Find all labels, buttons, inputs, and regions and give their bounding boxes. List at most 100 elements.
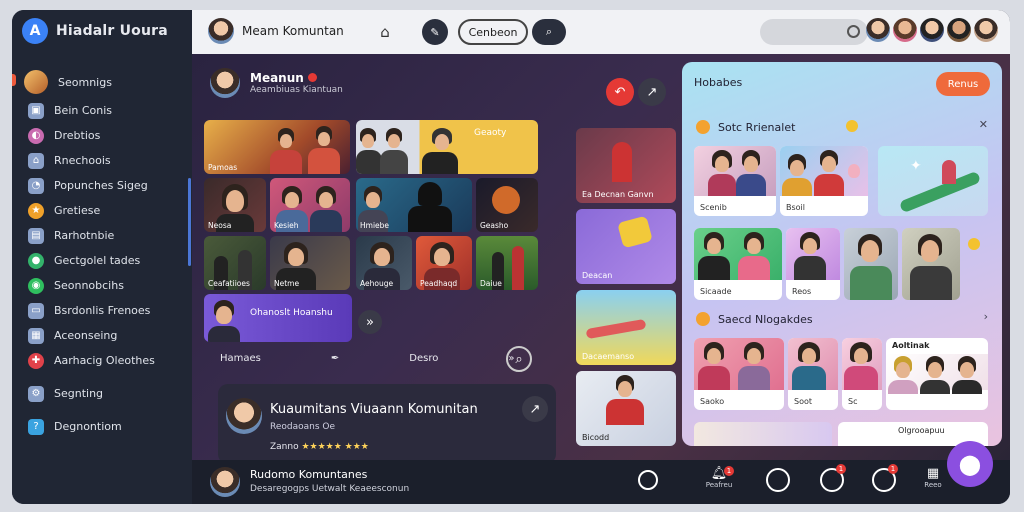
participant-avatar[interactable] bbox=[893, 18, 917, 42]
sidebar-item-label: Gectgolel tades bbox=[54, 254, 141, 267]
sidebar-item[interactable]: ▣ Bein Conis bbox=[12, 98, 192, 123]
location-fab-icon[interactable]: ⬤ bbox=[947, 441, 993, 487]
action-label[interactable]: Hamaes bbox=[220, 353, 261, 364]
person-card[interactable]: Reos bbox=[786, 228, 840, 300]
share-icon[interactable]: ↗ bbox=[522, 396, 548, 422]
author-avatar[interactable] bbox=[210, 68, 240, 98]
participant-avatar[interactable] bbox=[947, 18, 971, 42]
menu-item[interactable]: ▦ Reeo bbox=[920, 466, 946, 489]
media-tile[interactable]: Ceafatiioes bbox=[204, 236, 266, 290]
media-tile[interactable]: Aehouge bbox=[356, 236, 412, 290]
sidebar-item-label: Gretiese bbox=[54, 204, 101, 217]
side-tile[interactable]: Deacan bbox=[576, 209, 676, 284]
card-name: Sc bbox=[848, 397, 858, 406]
share-arrow-icon[interactable]: ↗ bbox=[638, 78, 666, 106]
renus-button[interactable]: Renus bbox=[936, 72, 990, 96]
media-tile[interactable]: Geasho bbox=[476, 178, 538, 232]
card-name: Saoko bbox=[700, 397, 725, 406]
back-arrow-icon[interactable]: ↶ bbox=[606, 78, 634, 106]
sidebar-item[interactable]: ✚ Aarhacig Oleothes bbox=[12, 348, 192, 373]
sidebar-item-label: Bein Conis bbox=[54, 104, 113, 117]
banner-text: Ohanoslt Hoanshu bbox=[250, 308, 333, 318]
media-tile[interactable]: Neosa bbox=[204, 178, 266, 232]
person-card[interactable]: Saoko bbox=[694, 338, 784, 410]
sidebar-item[interactable]: ◉ Seonnobcihs bbox=[12, 273, 192, 298]
sidebar-item[interactable]: ◐ Drebtios bbox=[12, 123, 192, 148]
sidebar-item-label: Rnechoois bbox=[54, 154, 111, 167]
media-tile[interactable]: Kesieh bbox=[270, 178, 350, 232]
community-card[interactable]: Kuaumitans Viuaann Komunitan Reodaoans O… bbox=[218, 384, 556, 464]
author-name[interactable]: Meanun bbox=[250, 71, 304, 85]
sidebar-item-profile[interactable]: Seomnigs bbox=[12, 66, 192, 98]
person-photo[interactable] bbox=[902, 228, 960, 300]
sidebar-item[interactable]: ◔ Popunches Sigeg bbox=[12, 173, 192, 198]
side-tile[interactable]: Ea Decnan Ganvn bbox=[576, 128, 676, 203]
home-icon: ▣ bbox=[28, 102, 44, 119]
person-card[interactable]: Aoltinak bbox=[886, 338, 988, 410]
tile-label: Pamoas bbox=[208, 163, 238, 172]
channel-header[interactable]: Meam Komuntan bbox=[208, 18, 344, 44]
grid-icon: ▦ bbox=[926, 466, 940, 481]
section-title: Sotc Rrienalet bbox=[718, 120, 796, 134]
pen-icon[interactable]: ✒ bbox=[331, 353, 339, 364]
sidebar-item[interactable]: ⚙ Segnting bbox=[12, 381, 192, 406]
info-icon bbox=[968, 238, 980, 250]
person-card[interactable]: Bsoil bbox=[780, 146, 868, 216]
activity-strip[interactable] bbox=[694, 422, 832, 446]
home-icon[interactable]: ⌂ bbox=[372, 19, 398, 45]
feed-post: Meanun Aeambiuas Kiantuan ↶ ↗ Pamoas Neo… bbox=[200, 62, 676, 464]
brand[interactable]: A Hiadalr Uoura bbox=[22, 18, 168, 44]
compose-icon[interactable]: ✎ bbox=[422, 19, 448, 45]
person-photo[interactable] bbox=[844, 228, 898, 300]
cenbeon-button[interactable]: Cenbeon bbox=[458, 19, 528, 45]
action-label[interactable]: Desro bbox=[409, 353, 438, 364]
media-tile[interactable]: Pamoas bbox=[204, 120, 350, 174]
section-header[interactable]: Saecd Nlogakdes bbox=[696, 312, 813, 326]
media-tile[interactable]: Hmiebe bbox=[356, 178, 472, 232]
search-icon[interactable]: ⌕ bbox=[506, 346, 532, 372]
side-tile[interactable]: Dacaemanso bbox=[576, 290, 676, 365]
side-media-column: Ea Decnan Ganvn Deacan Dacaemanso Bicodd bbox=[576, 128, 676, 452]
sidebar-scrollbar[interactable] bbox=[188, 178, 191, 266]
participant-avatar[interactable] bbox=[920, 18, 944, 42]
people-icon[interactable]: 1 bbox=[820, 464, 846, 492]
bookmark-icon: ▤ bbox=[28, 227, 44, 244]
expand-icon[interactable]: » bbox=[358, 310, 382, 334]
participant-avatar[interactable] bbox=[866, 18, 890, 42]
person-card[interactable]: Soot bbox=[788, 338, 838, 410]
chart-icon: ◔ bbox=[28, 177, 44, 194]
chevron-right-icon[interactable]: › bbox=[984, 310, 988, 323]
sidebar-item[interactable]: ▤ Rarhotnbie bbox=[12, 223, 192, 248]
search-button-icon[interactable]: ⌕ bbox=[532, 19, 566, 45]
sidebar-item[interactable]: ▭ Bsrdonlis Frenoes bbox=[12, 298, 192, 323]
record-icon[interactable] bbox=[766, 468, 790, 492]
sidebar-item[interactable]: ▦ Aceonseing bbox=[12, 323, 192, 348]
timer-icon[interactable] bbox=[638, 470, 658, 490]
side-tile[interactable]: Bicodd bbox=[576, 371, 676, 446]
sidebar-item[interactable]: ★ Gretiese bbox=[12, 198, 192, 223]
section-header[interactable]: Sotc Rrienalet bbox=[696, 120, 795, 134]
media-tile[interactable]: Geaoty bbox=[356, 120, 538, 174]
person-card[interactable]: Sc bbox=[842, 338, 882, 410]
folder-icon: ▭ bbox=[28, 302, 44, 319]
sidebar-item-label: Aceonseing bbox=[54, 329, 118, 342]
now-playing-title[interactable]: Rudomo Komuntanes bbox=[250, 468, 367, 481]
media-tile[interactable]: Netme bbox=[270, 236, 350, 290]
person-card[interactable]: Sicaade bbox=[694, 228, 782, 300]
participant-avatar[interactable] bbox=[974, 18, 998, 42]
sidebar-item[interactable]: ● Gectgolel tades bbox=[12, 248, 192, 273]
channel-avatar bbox=[208, 18, 234, 44]
profile-icon[interactable]: 1 bbox=[872, 464, 898, 492]
close-icon[interactable]: ✕ bbox=[979, 118, 988, 131]
search-input[interactable] bbox=[760, 19, 868, 45]
media-tile[interactable]: Peadhaqd bbox=[416, 236, 472, 290]
sidebar-item[interactable]: ⌂ Rnechoois bbox=[12, 148, 192, 173]
sidebar-item[interactable]: ? Degnontiom bbox=[12, 414, 192, 439]
notifications-item[interactable]: 🔔︎ Peafreu 1 bbox=[702, 466, 736, 489]
card-name: Soot bbox=[794, 397, 813, 406]
person-card[interactable]: Scenib bbox=[694, 146, 776, 216]
banner-tile[interactable]: Ohanoslt Hoanshu bbox=[204, 294, 352, 342]
sidebar-item-label: Rarhotnbie bbox=[54, 229, 115, 242]
now-playing-avatar[interactable] bbox=[210, 467, 240, 497]
media-tile[interactable]: Daiue bbox=[476, 236, 538, 290]
